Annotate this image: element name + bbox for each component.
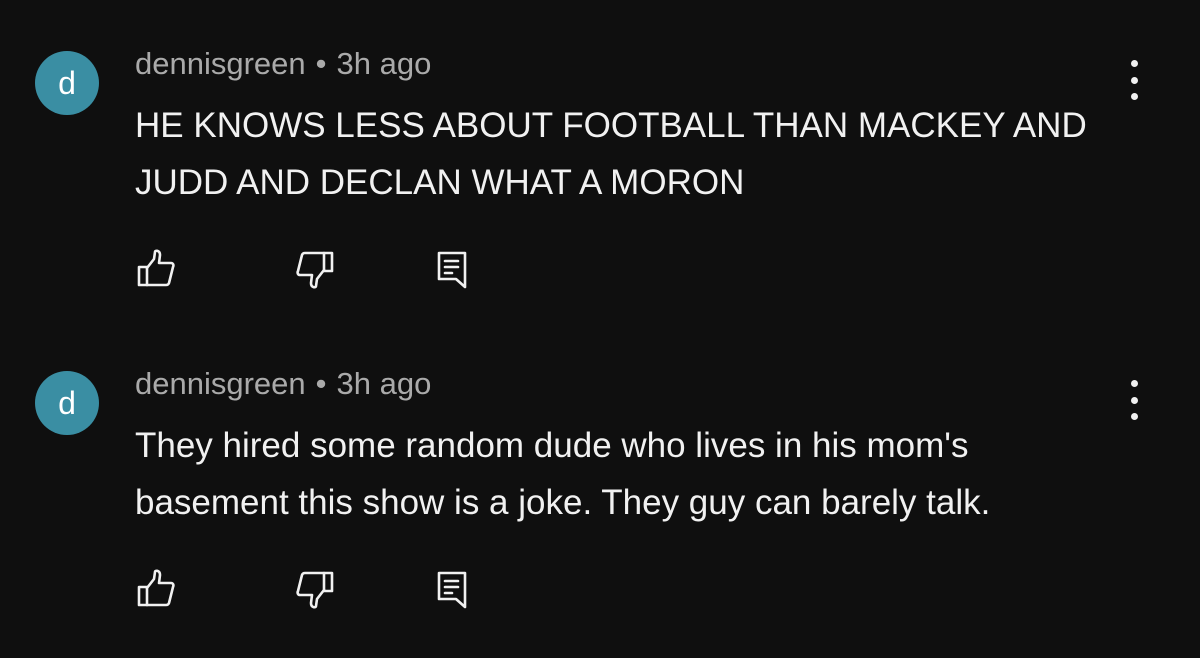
more-vertical-icon[interactable] xyxy=(1116,60,1152,100)
thumbs-down-icon[interactable] xyxy=(290,245,338,293)
comment-time[interactable]: 3h ago xyxy=(337,46,432,81)
thumbs-down-icon[interactable] xyxy=(290,565,338,613)
comment-text: They hired some random dude who lives in… xyxy=(135,426,991,522)
meta-separator: • xyxy=(315,46,327,81)
more-vertical-icon[interactable] xyxy=(1116,380,1152,420)
comment-actions xyxy=(0,245,600,295)
comment-meta: dennisgreen • 3h ago xyxy=(135,366,431,402)
thumbs-up-icon[interactable] xyxy=(133,245,181,293)
avatar[interactable]: d xyxy=(35,371,99,435)
reply-comment-icon[interactable] xyxy=(430,565,478,613)
reply-comment-icon[interactable] xyxy=(430,245,478,293)
author-name[interactable]: dennisgreen xyxy=(135,46,306,81)
thumbs-up-icon[interactable] xyxy=(133,565,181,613)
avatar[interactable]: d xyxy=(35,51,99,115)
comment-time[interactable]: 3h ago xyxy=(337,366,432,401)
comment-actions xyxy=(0,565,600,615)
meta-separator: • xyxy=(315,366,327,401)
comment-meta: dennisgreen • 3h ago xyxy=(135,46,431,82)
comment-text: HE KNOWS LESS ABOUT FOOTBALL THAN MACKEY… xyxy=(135,106,1087,202)
author-name[interactable]: dennisgreen xyxy=(135,366,306,401)
